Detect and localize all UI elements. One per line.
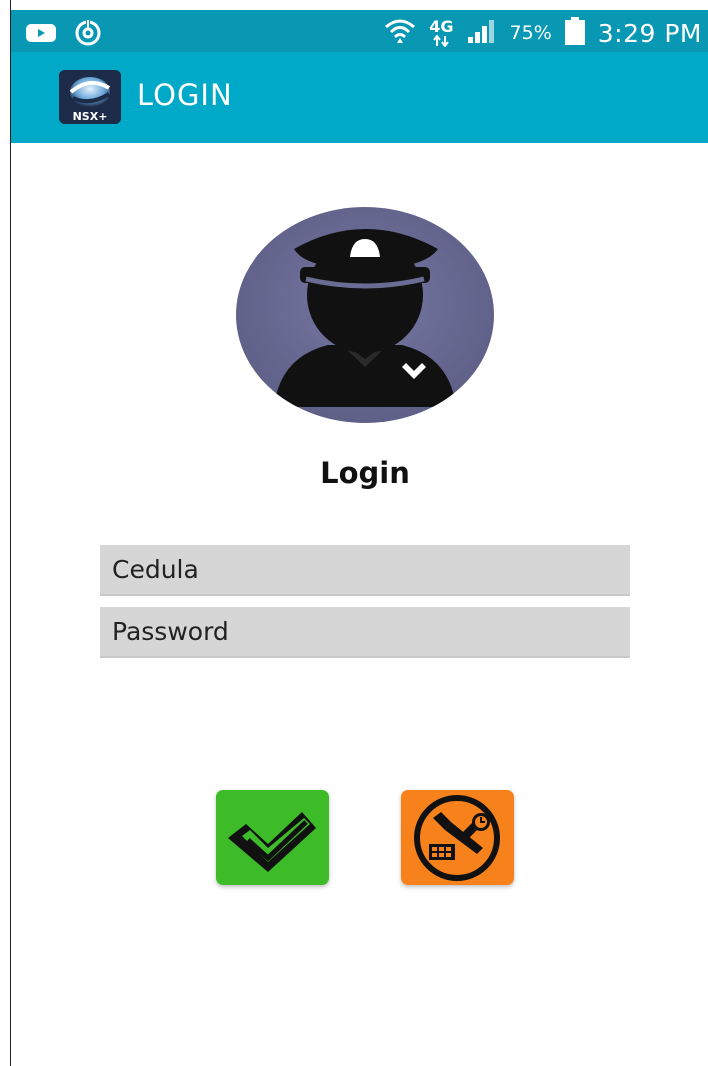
sync-icon [73, 18, 103, 52]
guard-avatar-icon [236, 207, 494, 423]
login-screen: 4G 75% 3:29 PM NSX+ LOGIN Login Cedula [0, 0, 708, 1066]
network-type-label: 4G [429, 17, 454, 36]
password-field[interactable] [100, 607, 630, 658]
youtube-icon [25, 21, 57, 49]
4g-icon: 4G [429, 17, 454, 47]
login-heading: Login [320, 456, 410, 490]
app-bar: NSX+ LOGIN [11, 52, 708, 143]
status-left-icons [25, 18, 103, 52]
clock: 3:29 PM [597, 18, 702, 48]
battery-percent: 75% [509, 22, 552, 44]
settings-button[interactable] [401, 790, 514, 885]
app-bar-title: LOGIN [137, 78, 233, 112]
wifi-icon [383, 16, 417, 50]
status-right-icons: 4G 75% 3:29 PM [383, 16, 702, 50]
app-logo-icon: NSX+ [59, 70, 121, 124]
login-accept-button[interactable] [216, 790, 329, 885]
screen-edge [10, 0, 11, 1066]
tools-settings-icon [414, 795, 500, 881]
status-bar: 4G 75% 3:29 PM [11, 10, 708, 52]
cedula-field[interactable] [100, 545, 630, 596]
app-logo: NSX+ [59, 70, 121, 124]
signal-icon [466, 18, 498, 48]
battery-icon [564, 16, 586, 50]
check-icon [228, 812, 316, 872]
svg-text:NSX+: NSX+ [73, 110, 108, 123]
